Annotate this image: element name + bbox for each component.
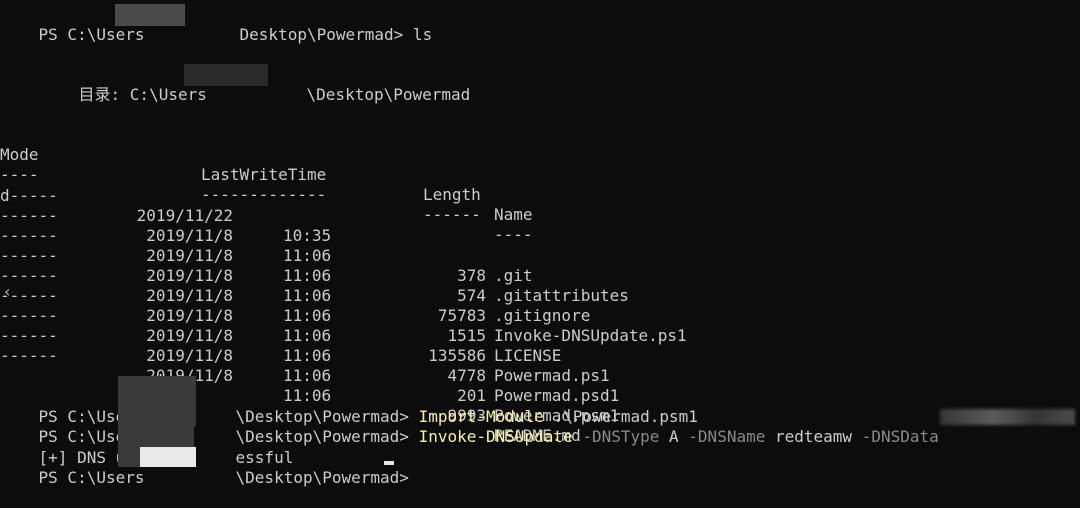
redacted-username bbox=[184, 64, 268, 86]
table-row: ------ 2019/11/8 11:06 9993 README.md bbox=[0, 346, 581, 445]
ls-command: ls bbox=[403, 25, 433, 44]
table-row: ------ 2019/11/8 11:06 201 Powermad.psm1 bbox=[0, 326, 620, 425]
param-dnstype: -DNSType bbox=[572, 427, 660, 446]
current-prompt-path: \Desktop\Powermad> bbox=[235, 468, 409, 487]
table-row: ------ 2019/11/8 11:06 378 .gitattribute… bbox=[0, 206, 629, 305]
result-line-suffix: essful bbox=[235, 448, 294, 467]
powershell-terminal[interactable]: PS C:\Users Desktop\Powermad> ls 目录: C:\… bbox=[0, 0, 1080, 487]
param-dnsdata: -DNSData bbox=[852, 427, 939, 446]
table-row: d----- 2019/11/22 10:35 .git bbox=[0, 186, 533, 285]
listing-separator: ---- ------------- ------ ---- bbox=[0, 165, 533, 244]
directory-path: \Desktop\Powermad bbox=[306, 85, 471, 104]
redacted-username bbox=[140, 447, 196, 467]
invoke-dnsupdate-keyword: Invoke-DNSUpdate bbox=[418, 427, 573, 446]
directory-label: 目录: C:\Users bbox=[78, 85, 207, 104]
value-dnstype: A bbox=[659, 427, 679, 446]
scroll-left-icon[interactable]: ‹ bbox=[4, 282, 22, 302]
listing-header: Mode LastWriteTime Length Name bbox=[0, 125, 1080, 224]
redacted-username bbox=[115, 4, 185, 26]
table-row: ------ 2019/11/8 11:06 4778 Powermad.psd… bbox=[0, 306, 620, 405]
redacted-username-edge bbox=[118, 447, 140, 467]
table-row: ------ 2019/11/8 11:06 574 .gitignore bbox=[0, 226, 591, 325]
redacted-result-text bbox=[118, 426, 194, 448]
invoke-command: \Desktop\Powermad> Invoke-DNSUpdate -DNS… bbox=[235, 427, 939, 446]
prompt-path: Desktop\Powermad> ls bbox=[239, 25, 433, 44]
prompt-prefix: PS C:\Users bbox=[38, 25, 145, 44]
table-row: ------ 2019/11/8 11:06 75783 Invoke-DNSU… bbox=[0, 246, 687, 345]
param-dnsname: -DNSName bbox=[678, 427, 766, 446]
table-row: ------ 2019/11/8 11:06 135586 Powermad.p… bbox=[0, 286, 610, 385]
table-row: ------ 2019/11/8 11:06 1515 LICENSE bbox=[0, 266, 562, 365]
value-dnsname: redteamw bbox=[765, 427, 853, 446]
prompt-line-invoke: PS C:\Users bbox=[38, 427, 145, 446]
redacted-ip-address bbox=[940, 409, 1075, 425]
text-cursor bbox=[384, 461, 394, 465]
import-command: \Desktop\Powermad> Import-Module .\Power… bbox=[235, 407, 698, 426]
